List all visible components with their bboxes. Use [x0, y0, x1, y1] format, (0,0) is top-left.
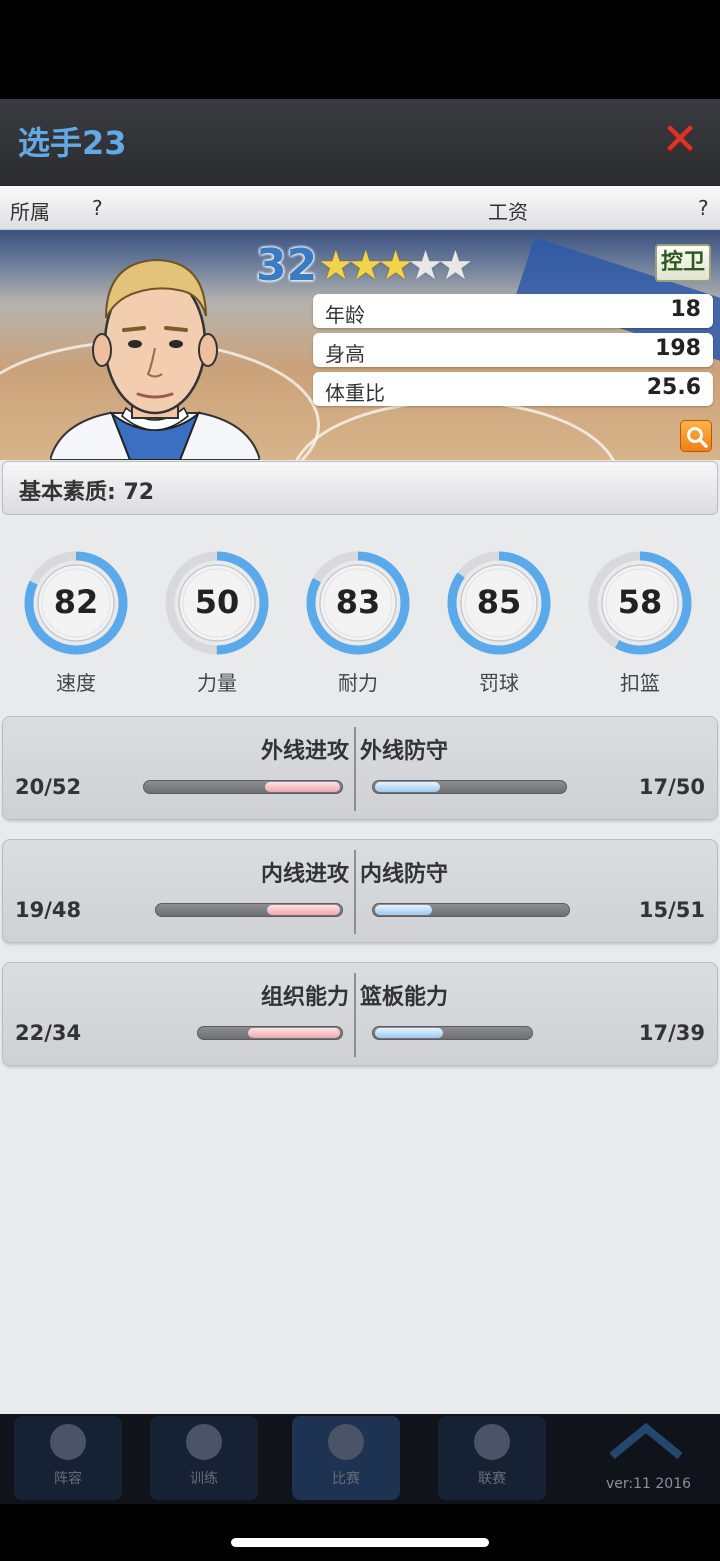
tab-icon — [328, 1424, 364, 1460]
gauge-value: 82 — [53, 583, 99, 621]
tab-3[interactable]: 联赛 — [438, 1416, 546, 1500]
status-bar-area — [0, 0, 720, 99]
team-salary-row: 所属 ? 工资 ? — [0, 186, 720, 230]
tab-label: 比赛 — [332, 1471, 360, 1487]
salary-value: ? — [698, 196, 709, 220]
gauge-value: 58 — [617, 583, 663, 621]
attribute-label: 身高 — [325, 342, 365, 366]
bar-fill — [375, 782, 440, 792]
left-stat-title: 外线进攻 — [260, 739, 349, 764]
base-quality-bar: 基本素质: 72 — [2, 461, 718, 515]
gauge-label: 速度 — [56, 671, 96, 695]
gauge-label: 耐力 — [338, 671, 378, 695]
page-title: 选手23 — [18, 124, 127, 162]
close-icon: ✕ — [661, 114, 699, 165]
left-stat-title: 内线进攻 — [260, 862, 349, 887]
divider — [354, 973, 356, 1057]
attribute-value: 25.6 — [646, 375, 701, 400]
attribute-label: 体重比 — [325, 381, 385, 405]
right-stat-bar — [372, 903, 570, 917]
team-label: 所属 — [10, 200, 50, 224]
right-stat-title: 外线防守 — [360, 739, 449, 764]
stat-gauge: 50 力量 — [164, 545, 270, 695]
right-stat-value: 15/51 — [638, 898, 705, 922]
tab-icon — [50, 1424, 86, 1460]
version-text: ver:11 2016 — [606, 1476, 692, 1492]
left-stat-value: 19/48 — [15, 898, 82, 922]
attribute-value: 18 — [670, 297, 701, 322]
gauge-label: 力量 — [197, 671, 237, 695]
right-stat-value: 17/39 — [638, 1021, 705, 1045]
home-indicator[interactable] — [231, 1538, 489, 1547]
gauge-value: 50 — [194, 583, 240, 621]
right-stat-title: 内线防守 — [360, 862, 449, 887]
stat-comparison-row: 组织能力 篮板能力 22/34 17/39 — [2, 962, 718, 1066]
stat-gauge: 58 扣篮 — [587, 545, 693, 695]
search-button[interactable] — [680, 420, 712, 452]
bar-fill — [264, 782, 340, 792]
left-stat-bar — [143, 780, 343, 794]
bar-fill — [267, 905, 340, 915]
tab-1[interactable]: 训练 — [150, 1416, 258, 1500]
team-value: ? — [92, 196, 103, 220]
attribute-row-height: 身高 198 — [313, 333, 713, 367]
left-stat-value: 20/52 — [15, 775, 82, 799]
close-button[interactable]: ✕ — [660, 118, 700, 162]
tab-0[interactable]: 阵容 — [14, 1416, 122, 1500]
tab-label: 联赛 — [478, 1471, 506, 1487]
position-badge: 控卫 — [655, 244, 711, 282]
attribute-row-age: 年龄 18 — [313, 294, 713, 328]
star-empty-icon: ★ — [437, 243, 474, 289]
tab-label: 阵容 — [54, 1471, 82, 1487]
tab-icon — [474, 1424, 510, 1460]
left-stat-value: 22/34 — [15, 1021, 82, 1045]
tab-label: 训练 — [190, 1471, 218, 1487]
search-icon — [687, 427, 708, 448]
tab-icon — [186, 1424, 222, 1460]
right-stat-title: 篮板能力 — [360, 985, 449, 1010]
left-stat-title: 组织能力 — [260, 985, 349, 1010]
gauge-label: 罚球 — [479, 671, 519, 695]
attribute-row-weight-ratio: 体重比 25.6 — [313, 372, 713, 406]
left-stat-bar — [197, 1026, 343, 1040]
stat-gauge: 83 耐力 — [305, 545, 411, 695]
attribute-label: 年龄 — [325, 303, 365, 327]
player-avatar — [50, 258, 260, 460]
star-rating: ★ ★ ★ ★ ★ — [318, 244, 473, 288]
tab-2[interactable]: 比赛 — [292, 1416, 400, 1500]
divider — [354, 850, 356, 934]
tab-icon — [609, 1422, 683, 1460]
stat-comparison-row: 内线进攻 内线防守 19/48 15/51 — [2, 839, 718, 943]
bar-fill — [375, 905, 433, 915]
divider — [354, 727, 356, 811]
right-stat-bar — [372, 1026, 533, 1040]
right-stat-value: 17/50 — [638, 775, 705, 799]
stat-gauge: 85 罚球 — [446, 545, 552, 695]
bar-fill — [375, 1028, 444, 1038]
right-stat-bar — [372, 780, 567, 794]
salary-label: 工资 — [488, 200, 528, 224]
stat-comparison-row: 外线进攻 外线防守 20/52 17/50 — [2, 716, 718, 820]
attribute-value: 198 — [655, 336, 701, 361]
gauge-label: 扣篮 — [620, 671, 660, 695]
left-stat-bar — [155, 903, 343, 917]
overall-rating: 32 — [256, 240, 318, 291]
base-quality-text: 基本素质: 72 — [19, 480, 155, 505]
gauge-value: 85 — [476, 583, 522, 621]
bar-fill — [248, 1028, 340, 1038]
stat-gauge: 82 速度 — [23, 545, 129, 695]
gauge-value: 83 — [335, 583, 381, 621]
